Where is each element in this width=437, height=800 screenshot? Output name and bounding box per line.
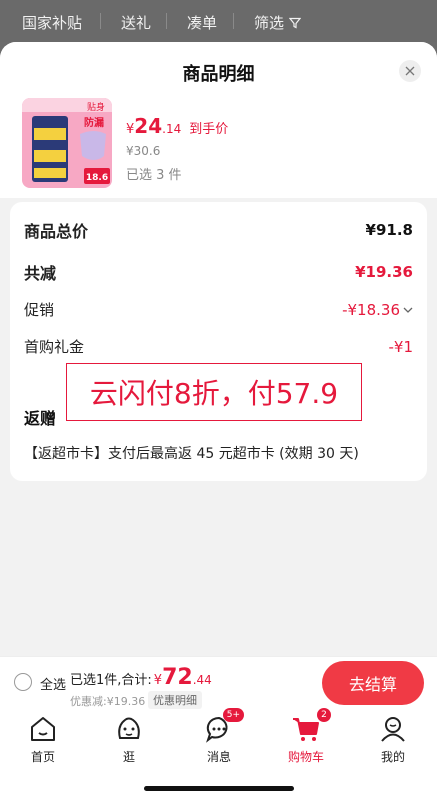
sheet-title: 商品明细 xyxy=(182,64,255,85)
tab-cart[interactable]: 2 购物车 xyxy=(276,708,336,765)
chevron-down-icon xyxy=(403,307,413,313)
promo-label: 促销 xyxy=(24,301,55,319)
selected-count: 已选 3 件 xyxy=(126,168,182,183)
user-icon xyxy=(378,714,408,744)
funnel-icon xyxy=(289,17,302,28)
summary-prefix: 已选1件,合计: xyxy=(70,673,152,688)
tab-browse-label: 逛 xyxy=(122,750,135,764)
gift-description: 【返超市卡】支付后最高返 45 元超市卡 (效期 30 天) xyxy=(24,446,359,462)
sheet-header: 商品明细 xyxy=(0,42,437,98)
coupon-value: -¥1 xyxy=(388,337,414,356)
price-tag: 到手价 xyxy=(189,122,229,137)
filter-label: 筛选 xyxy=(254,14,285,32)
message-icon: 5+ xyxy=(204,708,244,744)
gift-title: 返赠 xyxy=(24,409,57,428)
coupon-row: 首购礼金 -¥1 xyxy=(24,336,413,357)
promo-value: -¥18.36 xyxy=(342,300,400,319)
filter-divider xyxy=(233,13,234,29)
tab-profile[interactable]: 我的 xyxy=(363,714,423,765)
thumb-price: 18.6 xyxy=(86,173,108,183)
discount-value: ¥19.36 xyxy=(355,263,413,281)
select-all-radio[interactable] xyxy=(14,673,32,691)
total-label: 商品总价 xyxy=(24,222,89,241)
product-thumbnail[interactable]: 贴身 防漏 18.6 xyxy=(22,98,112,188)
filter-divider xyxy=(100,13,101,29)
saved-amount: 优惠减:¥19.36 xyxy=(70,695,146,708)
coupon-label: 首购礼金 xyxy=(24,338,85,356)
promo-row[interactable]: 促销 -¥18.36 xyxy=(24,299,413,320)
close-button[interactable] xyxy=(399,60,421,82)
face-icon xyxy=(114,714,144,744)
promo-value-wrap: -¥18.36 xyxy=(342,301,413,319)
product-price: ¥ 24 .14 到手价 xyxy=(126,114,228,138)
product-image: 贴身 防漏 18.6 xyxy=(22,98,112,188)
home-indicator xyxy=(144,786,294,791)
thumb-badge: 防漏 xyxy=(84,116,104,129)
close-icon xyxy=(405,66,415,76)
total-currency: ¥ xyxy=(153,673,163,688)
total-row: 商品总价 ¥91.8 xyxy=(24,218,413,242)
filter-button[interactable]: 筛选 xyxy=(254,12,302,33)
tab-messages-label: 消息 xyxy=(206,750,231,764)
checkout-button[interactable]: 去结算 xyxy=(322,661,424,705)
filter-gift[interactable]: 送礼 xyxy=(121,12,151,33)
filter-bar: 国家补贴 送礼 凑单 筛选 xyxy=(0,0,437,42)
total-integer: 72 xyxy=(162,665,193,690)
tab-home-label: 首页 xyxy=(30,750,55,764)
product-item: 贴身 防漏 18.6 ¥ 24 .14 到手价 ¥30.6 已选 3 件 xyxy=(0,98,437,198)
cart-badge: 2 xyxy=(317,708,331,722)
total-summary: 已选1件,合计: ¥ 72 .44 xyxy=(70,665,212,690)
tab-browse[interactable]: 逛 xyxy=(99,714,159,765)
tab-cart-label: 购物车 xyxy=(287,750,324,764)
tab-messages[interactable]: 5+ 消息 xyxy=(189,708,249,765)
select-all-label[interactable]: 全选 xyxy=(40,674,66,693)
price-decimal: .14 xyxy=(162,122,182,136)
cart-icon: 2 xyxy=(291,708,331,744)
thumb-badge: 贴身 xyxy=(87,101,105,113)
discount-detail-link[interactable]: 优惠明细 xyxy=(148,691,202,709)
filter-national-subsidy[interactable]: 国家补贴 xyxy=(22,12,82,33)
price-integer: 24 xyxy=(134,114,163,138)
original-price: ¥30.6 xyxy=(126,144,161,158)
tab-home[interactable]: 首页 xyxy=(13,714,73,765)
checkout-bar: 全选 已选1件,合计: ¥ 72 .44 优惠减:¥19.36 优惠明细 去结算 xyxy=(0,656,437,712)
home-icon xyxy=(28,714,58,744)
discount-row: 共减 ¥19.36 xyxy=(24,260,413,284)
tab-profile-label: 我的 xyxy=(380,750,405,764)
filter-divider xyxy=(166,13,167,29)
price-currency: ¥ xyxy=(126,122,135,137)
total-decimal: .44 xyxy=(192,673,212,687)
payment-promo-annotation: 云闪付8折，付57.9 xyxy=(66,363,362,421)
total-value: ¥91.8 xyxy=(365,221,413,239)
filter-bundle[interactable]: 凑单 xyxy=(187,12,217,33)
discount-label: 共减 xyxy=(24,264,57,283)
message-badge: 5+ xyxy=(222,708,244,722)
